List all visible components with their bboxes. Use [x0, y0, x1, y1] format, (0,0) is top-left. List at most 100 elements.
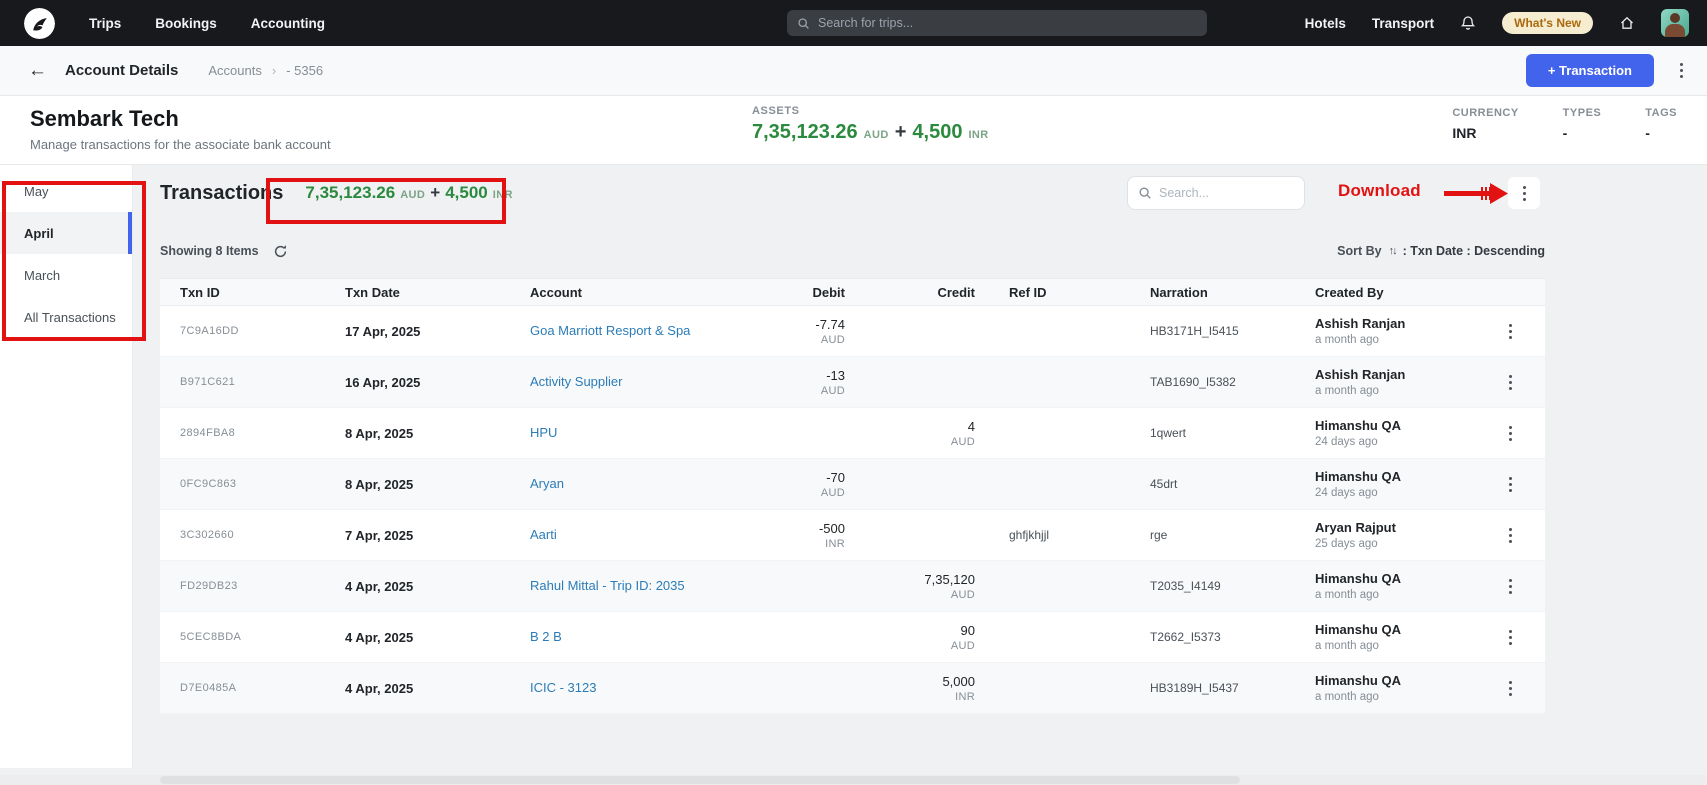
month-sidebar: May April March All Transactions: [0, 165, 133, 768]
account-link[interactable]: HPU: [530, 425, 557, 440]
account-link[interactable]: ICIC - 3123: [530, 680, 596, 695]
creator-name: Ashish Ranjan: [1315, 316, 1475, 331]
row-kebab-menu-icon[interactable]: [1505, 422, 1516, 445]
trip-search-input[interactable]: Search for trips...: [787, 10, 1207, 36]
page-kebab-menu-icon[interactable]: [1676, 59, 1687, 82]
account-link[interactable]: Goa Marriott Resport & Spa: [530, 323, 690, 338]
credit-amount: 7,35,120: [924, 572, 975, 587]
txn-id: 5CEC8BDA: [180, 631, 345, 643]
breadcrumb-accounts[interactable]: Accounts: [208, 63, 261, 78]
account-header: Sembark Tech Manage transactions for the…: [0, 96, 1707, 165]
debit-cell: [730, 636, 845, 638]
transactions-title: Transactions: [160, 182, 283, 205]
meta-label: TYPES: [1563, 107, 1602, 119]
add-transaction-button[interactable]: + Transaction: [1526, 54, 1654, 87]
breadcrumb: Accounts › - 5356: [208, 63, 323, 78]
debit-cell: -70 AUD: [730, 470, 845, 499]
notifications-bell-icon[interactable]: [1460, 15, 1476, 31]
account-link[interactable]: Aarti: [530, 527, 557, 542]
page-title: Account Details: [65, 62, 178, 79]
navbar-right: Hotels Transport What's New: [1305, 0, 1689, 46]
top-navbar: Trips Bookings Accounting Search for trips…: [0, 0, 1707, 46]
assets-amount-secondary: 4,500: [912, 121, 962, 144]
credit-currency: AUD: [951, 589, 975, 601]
sidebar-month-item[interactable]: All Transactions: [0, 296, 132, 338]
txn-id: 2894FBA8: [180, 427, 345, 439]
row-kebab-menu-icon[interactable]: [1505, 677, 1516, 700]
row-kebab-menu-icon[interactable]: [1505, 626, 1516, 649]
sort-by-label: Sort By: [1337, 244, 1381, 258]
sembark-logo-icon[interactable]: [24, 8, 55, 39]
table-row: 7C9A16DD 17 Apr, 2025 Goa Marriott Respo…: [160, 306, 1545, 357]
col-narration: Narration: [1129, 285, 1315, 300]
sidebar-month-item[interactable]: March: [0, 254, 132, 296]
txn-id: 0FC9C863: [180, 478, 345, 490]
txn-id: 3C302660: [180, 529, 345, 541]
transactions-search-input[interactable]: Search...: [1127, 176, 1305, 210]
creator-name: Himanshu QA: [1315, 469, 1475, 484]
credit-cell: [845, 330, 975, 332]
horizontal-scrollbar: [0, 775, 1707, 785]
col-ref-id: Ref ID: [975, 285, 1129, 300]
account-link[interactable]: Rahul Mittal - Trip ID: 2035: [530, 578, 685, 593]
nav-menu-item[interactable]: Bookings: [155, 16, 217, 31]
created-time-ago: a month ago: [1315, 691, 1475, 703]
transactions-search-placeholder: Search...: [1159, 186, 1209, 200]
whats-new-badge[interactable]: What's New: [1502, 12, 1593, 34]
row-kebab-menu-icon[interactable]: [1505, 320, 1516, 343]
debit-currency: AUD: [821, 385, 845, 397]
table-row: 5CEC8BDA 4 Apr, 2025 B 2 B 90 AUD: [160, 612, 1545, 663]
row-kebab-menu-icon[interactable]: [1505, 371, 1516, 394]
horizontal-scrollbar-thumb[interactable]: [160, 776, 1240, 784]
transactions-kebab-menu-button[interactable]: [1508, 177, 1540, 209]
created-by-cell: Himanshu QA 24 days ago: [1315, 469, 1475, 499]
refresh-icon[interactable]: [273, 244, 288, 259]
row-kebab-menu-icon[interactable]: [1505, 524, 1516, 547]
ref-id: ghfjkhjjl: [975, 528, 1129, 542]
sidebar-month-item[interactable]: April: [0, 212, 132, 254]
content-area: May April March All Transactions Transac…: [0, 165, 1707, 785]
total-plus-operator: +: [430, 183, 440, 203]
nav-transport-link[interactable]: Transport: [1372, 16, 1434, 31]
search-icon: [1138, 186, 1152, 200]
account-link[interactable]: Aryan: [530, 476, 564, 491]
trip-search-placeholder: Search for trips...: [818, 16, 913, 30]
account-name: Sembark Tech: [30, 106, 179, 132]
account-link[interactable]: Activity Supplier: [530, 374, 622, 389]
created-by-cell: Himanshu QA a month ago: [1315, 673, 1475, 703]
txn-date: 7 Apr, 2025: [345, 528, 530, 543]
debit-amount: -13: [826, 368, 845, 383]
txn-date: 4 Apr, 2025: [345, 630, 530, 645]
credit-currency: INR: [955, 691, 975, 703]
row-kebab-menu-icon[interactable]: [1505, 575, 1516, 598]
creator-name: Himanshu QA: [1315, 418, 1475, 433]
debit-cell: [730, 687, 845, 689]
transactions-toolbar: Transactions 7,35,123.26 AUD + 4,500 INR…: [160, 173, 1545, 213]
table-body: 7C9A16DD 17 Apr, 2025 Goa Marriott Respo…: [160, 306, 1545, 714]
nav-menu-item[interactable]: Accounting: [251, 16, 325, 31]
creator-name: Himanshu QA: [1315, 673, 1475, 688]
row-kebab-menu-icon[interactable]: [1505, 473, 1516, 496]
narration: 45drt: [1129, 477, 1315, 491]
table-row: 3C302660 7 Apr, 2025 Aarti -500 INR: [160, 510, 1545, 561]
debit-amount: -70: [826, 470, 845, 485]
nav-hotels-link[interactable]: Hotels: [1305, 16, 1346, 31]
sidebar-month-item[interactable]: May: [0, 170, 132, 212]
creator-name: Aryan Rajput: [1315, 520, 1475, 535]
account-subtitle: Manage transactions for the associate ba…: [30, 137, 331, 152]
account-link[interactable]: B 2 B: [530, 629, 562, 644]
narration: TAB1690_I5382: [1129, 375, 1315, 389]
txn-date: 16 Apr, 2025: [345, 375, 530, 390]
debit-cell: [730, 585, 845, 587]
sort-control[interactable]: Sort By ↑↓ : Txn Date : Descending: [1337, 244, 1545, 258]
nav-menu-item[interactable]: Trips: [89, 16, 121, 31]
credit-currency: AUD: [951, 436, 975, 448]
account-meta: CURRENCY INR TYPES - TAGS -: [1452, 107, 1677, 141]
meta-label: TAGS: [1645, 107, 1677, 119]
total-currency-secondary: INR: [493, 189, 513, 201]
home-icon[interactable]: [1619, 15, 1635, 31]
back-arrow-icon[interactable]: ←: [28, 60, 47, 82]
primary-nav: Trips Bookings Accounting: [89, 16, 325, 31]
txn-date: 17 Apr, 2025: [345, 324, 530, 339]
user-avatar[interactable]: [1661, 9, 1689, 37]
